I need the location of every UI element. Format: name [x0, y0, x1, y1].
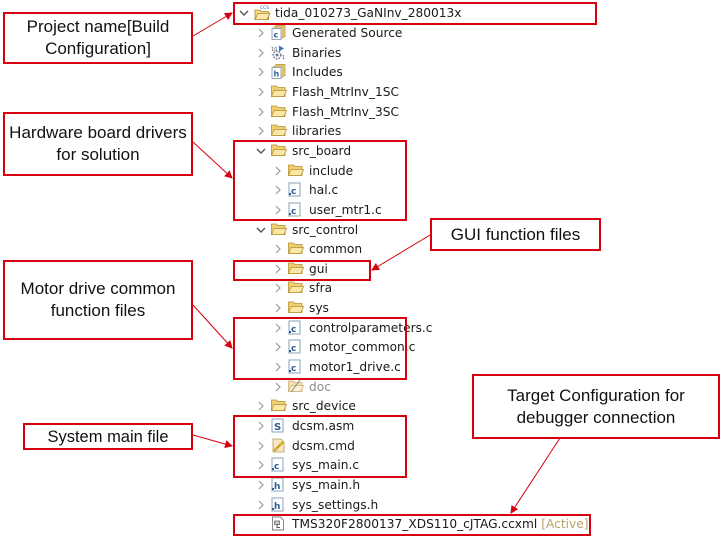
- highlight-src-board: [233, 140, 407, 221]
- folder-icon: [270, 222, 288, 238]
- tree-item[interactable]: 10 1 Binaries: [255, 43, 341, 62]
- tree-item-label: sfra: [309, 280, 333, 295]
- svg-text:h: h: [274, 482, 280, 492]
- excluded-folder-icon: [287, 379, 305, 395]
- chevron-right-icon[interactable]: [255, 125, 267, 137]
- h-file-icon: h: [271, 477, 287, 493]
- svg-text:h: h: [274, 502, 280, 512]
- highlight-target-config: [233, 514, 591, 536]
- tree-item[interactable]: c Generated Source: [255, 23, 402, 42]
- tree-item-label: Generated Source: [292, 25, 403, 40]
- tree-item-label: sys: [309, 300, 329, 315]
- callout-motor-files: Motor drive common function files: [3, 260, 193, 340]
- chevron-right-icon[interactable]: [255, 86, 267, 98]
- highlight-project: [233, 2, 597, 25]
- tree-item-label: sys_settings.h: [292, 497, 379, 512]
- folder-icon: [270, 123, 288, 139]
- tree-item[interactable]: Flash_MtrInv_1SC: [255, 82, 399, 101]
- chevron-right-icon[interactable]: [255, 479, 267, 491]
- tree-item-label: doc: [309, 379, 331, 394]
- binaries-icon: 10 1: [271, 45, 287, 61]
- tree-item-label: common: [309, 241, 363, 256]
- h-file-icon: h: [271, 497, 287, 513]
- folder-icon: [270, 104, 288, 120]
- chevron-right-icon[interactable]: [255, 27, 267, 39]
- tree-item-label: src_device: [292, 398, 356, 413]
- generated-source-icon: c: [271, 24, 287, 41]
- chevron-right-icon[interactable]: [255, 106, 267, 118]
- folder-icon: [287, 300, 305, 316]
- chevron-right-icon[interactable]: [255, 66, 267, 78]
- svg-text:c: c: [274, 30, 279, 39]
- tree-item-label: Flash_MtrInv_1SC: [292, 84, 399, 99]
- callout-target-config: Target Configuration for debugger connec…: [472, 374, 720, 439]
- tree-item-label: src_control: [292, 222, 359, 237]
- chevron-right-icon[interactable]: [272, 381, 284, 393]
- includes-icon: h: [271, 63, 287, 80]
- callout-project-name: Project name[Build Configuration]: [3, 12, 193, 64]
- highlight-gui: [233, 260, 371, 281]
- tree-item[interactable]: libraries: [255, 121, 341, 140]
- tree-item[interactable]: sys: [272, 298, 329, 317]
- folder-icon: [270, 398, 288, 414]
- tree-item-label: Binaries: [292, 45, 342, 60]
- highlight-motor-files: [233, 317, 407, 380]
- folder-icon: [270, 84, 288, 100]
- tree-item[interactable]: src_device: [255, 396, 356, 415]
- tree-item[interactable]: h Includes: [255, 62, 343, 81]
- chevron-right-icon[interactable]: [272, 243, 284, 255]
- svg-text:h: h: [274, 69, 280, 78]
- tree-item-label: Flash_MtrInv_3SC: [292, 104, 399, 119]
- callout-system-main: System main file: [23, 423, 193, 450]
- tree-item-label: libraries: [292, 123, 342, 138]
- callout-hardware-drivers: Hardware board drivers for solution: [3, 112, 193, 176]
- chevron-down-icon[interactable]: [255, 224, 267, 236]
- callout-gui-files: GUI function files: [430, 218, 601, 251]
- folder-icon: [287, 241, 305, 257]
- tree-item-label: sys_main.h: [292, 477, 361, 492]
- chevron-right-icon[interactable]: [272, 302, 284, 314]
- chevron-right-icon[interactable]: [255, 47, 267, 59]
- tree-item[interactable]: h sys_settings.h: [255, 495, 378, 514]
- tree-item[interactable]: src_control: [255, 220, 358, 239]
- highlight-system-main: [233, 415, 407, 478]
- tree-item[interactable]: Flash_MtrInv_3SC: [255, 102, 399, 121]
- tree-item-label: Includes: [292, 64, 343, 79]
- tree-item[interactable]: common: [272, 239, 362, 258]
- chevron-right-icon[interactable]: [255, 499, 267, 511]
- chevron-right-icon[interactable]: [255, 400, 267, 412]
- folder-icon: [287, 280, 305, 296]
- chevron-right-icon[interactable]: [272, 282, 284, 294]
- svg-text:1: 1: [282, 55, 285, 60]
